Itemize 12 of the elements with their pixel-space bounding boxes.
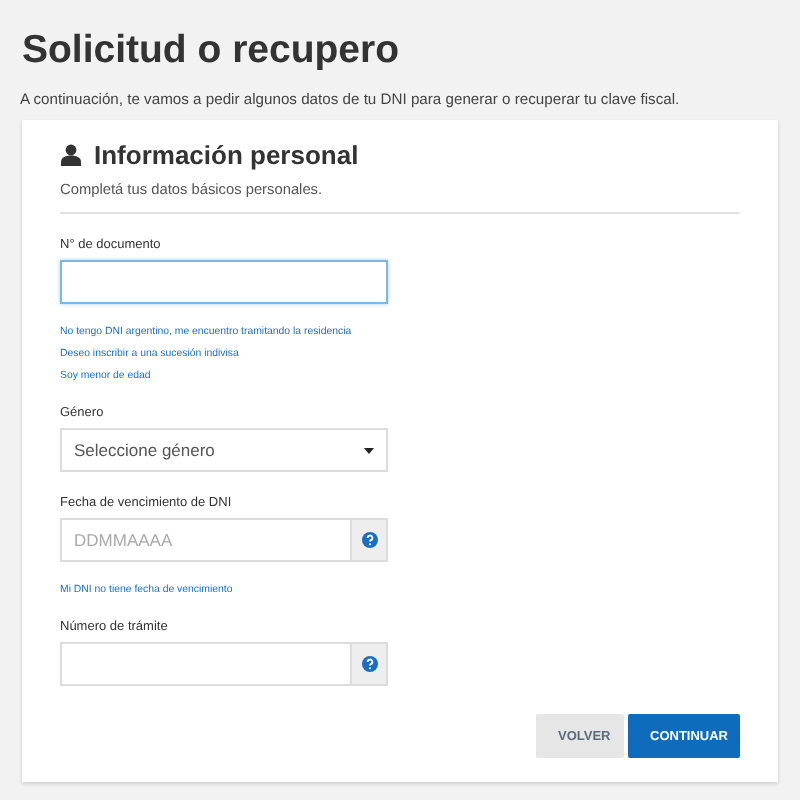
help-icon — [361, 656, 377, 672]
gender-select[interactable]: Seleccione género — [60, 428, 388, 472]
input-field[interactable]: DDMMAAAA — [60, 518, 352, 562]
caret-icon — [364, 447, 374, 453]
person-icon — [60, 144, 82, 166]
page-title: Solicitud o recupero — [22, 28, 402, 74]
input-field[interactable] — [60, 642, 352, 686]
section-title: Información personal — [94, 140, 359, 170]
help-button[interactable] — [352, 642, 388, 686]
help-icon — [361, 532, 377, 548]
help-button[interactable] — [352, 518, 388, 562]
input-field[interactable] — [60, 260, 388, 304]
